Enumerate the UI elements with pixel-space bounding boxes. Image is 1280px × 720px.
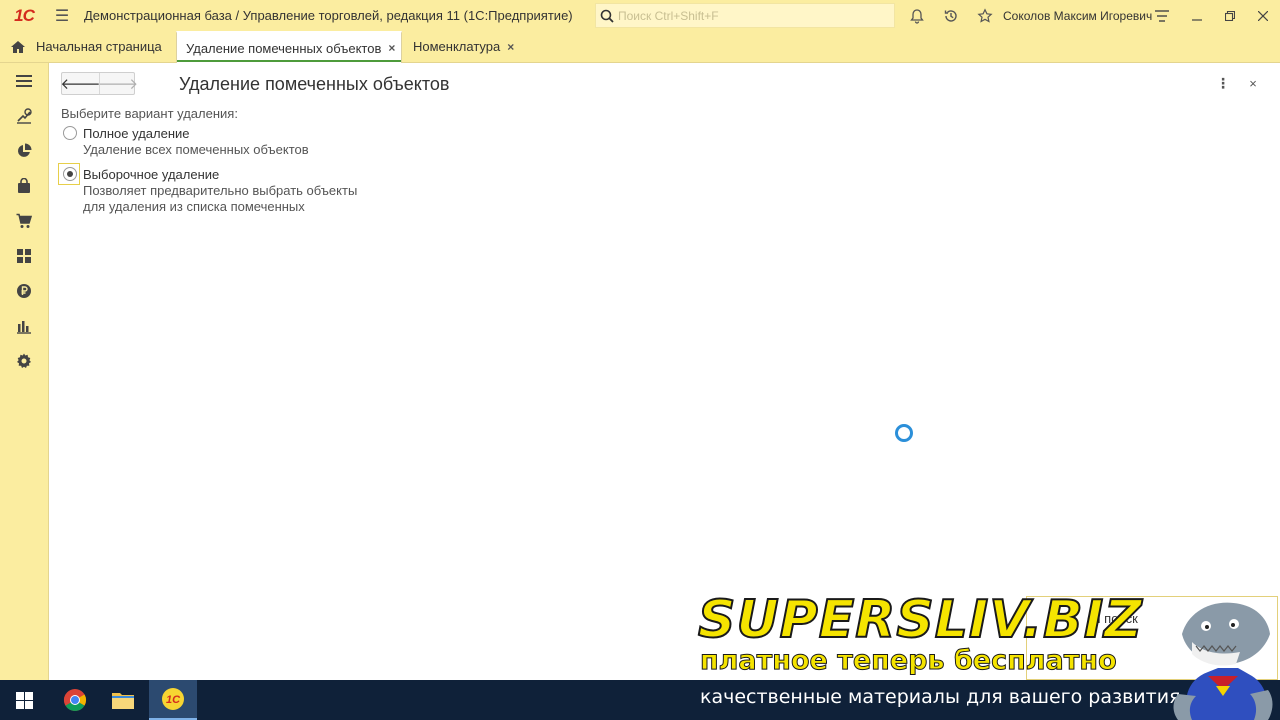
- windows-start-icon[interactable]: [0, 680, 48, 720]
- chrome-icon[interactable]: [51, 680, 99, 720]
- home-icon: [11, 40, 25, 53]
- tab-home[interactable]: Начальная страница: [0, 31, 173, 62]
- desk-icon[interactable]: [14, 106, 34, 126]
- settings-menu-icon[interactable]: [1145, 0, 1179, 31]
- option-selective-label[interactable]: Выборочное удаление: [83, 167, 219, 182]
- more-actions-icon[interactable]: ⋮: [1215, 75, 1231, 91]
- close-tab-icon[interactable]: ×: [507, 40, 514, 54]
- titlebar-tools: [900, 0, 1002, 31]
- bag-icon[interactable]: [14, 176, 34, 196]
- option-selective-description-line1: Позволяет предварительно выбрать объекты: [83, 183, 358, 198]
- option-full-description: Удаление всех помеченных объектов: [83, 142, 309, 157]
- search-icon: [596, 9, 618, 23]
- history-nav: 🡐 🡒: [60, 72, 138, 95]
- bar-chart-icon[interactable]: [14, 316, 34, 336]
- menu-icon[interactable]: [14, 71, 34, 91]
- watermark-subtitle: платное теперь бесплатно: [700, 645, 1118, 677]
- deletion-mode-prompt: Выберите вариант удаления:: [61, 106, 238, 121]
- option-selective-description-line2: для удаления из списка помеченных: [83, 199, 305, 214]
- close-window-icon[interactable]: [1246, 0, 1280, 31]
- app-title: Демонстрационная база / Управление торго…: [84, 8, 573, 23]
- restore-icon[interactable]: [1213, 0, 1247, 31]
- 1c-logo[interactable]: 1С: [0, 0, 48, 31]
- radio-selective-deletion[interactable]: [63, 167, 77, 181]
- star-icon[interactable]: [968, 0, 1002, 31]
- logo-text: 1С: [14, 5, 35, 25]
- sections-sidebar: [0, 63, 49, 680]
- search-box[interactable]: [595, 3, 895, 28]
- chart-pie-icon[interactable]: [14, 141, 34, 161]
- tab-label: Удаление помеченных объектов: [186, 40, 382, 56]
- radio-full-deletion[interactable]: [63, 126, 77, 140]
- gear-icon[interactable]: [14, 351, 34, 371]
- form-area: 🡐 🡒 Удаление помеченных объектов ⋮ × Выб…: [49, 63, 1280, 680]
- close-tab-icon[interactable]: ×: [388, 41, 395, 55]
- tab-home-label: Начальная страница: [36, 39, 162, 54]
- 1c-app-icon[interactable]: 1С: [149, 680, 197, 720]
- bell-icon[interactable]: [900, 0, 934, 31]
- tab-delete-marked[interactable]: Удаление помеченных объектов ×: [176, 31, 402, 63]
- svg-text:1С: 1С: [166, 694, 181, 706]
- file-explorer-icon[interactable]: [99, 680, 147, 720]
- user-name[interactable]: Соколов Максим Игоревич: [1003, 9, 1152, 23]
- watermark-title: SUPERSLIV.BIZ: [697, 589, 1143, 651]
- option-full-label[interactable]: Полное удаление: [83, 126, 190, 141]
- cart-icon[interactable]: [14, 211, 34, 231]
- warehouse-icon[interactable]: [14, 246, 34, 266]
- forward-button[interactable]: 🡒: [98, 73, 138, 94]
- back-button[interactable]: 🡐: [60, 73, 100, 94]
- tab-label: Номенклатура: [413, 39, 501, 54]
- loading-spinner-icon: [895, 424, 913, 442]
- history-icon[interactable]: [934, 0, 968, 31]
- shark-mascot-icon: [1173, 602, 1273, 720]
- page-title: Удаление помеченных объектов: [179, 74, 450, 94]
- search-input[interactable]: [618, 8, 888, 23]
- watermark-footer: качественные материалы для вашего развит…: [700, 686, 1181, 708]
- ruble-icon[interactable]: [14, 281, 34, 301]
- minimize-icon[interactable]: [1180, 0, 1214, 31]
- main-menu-icon[interactable]: ☰: [48, 0, 76, 31]
- tab-nomenclature[interactable]: Номенклатура ×: [403, 31, 521, 62]
- tab-bar: Начальная страница Удаление помеченных о…: [0, 31, 1280, 63]
- close-form-icon[interactable]: ×: [1245, 75, 1261, 91]
